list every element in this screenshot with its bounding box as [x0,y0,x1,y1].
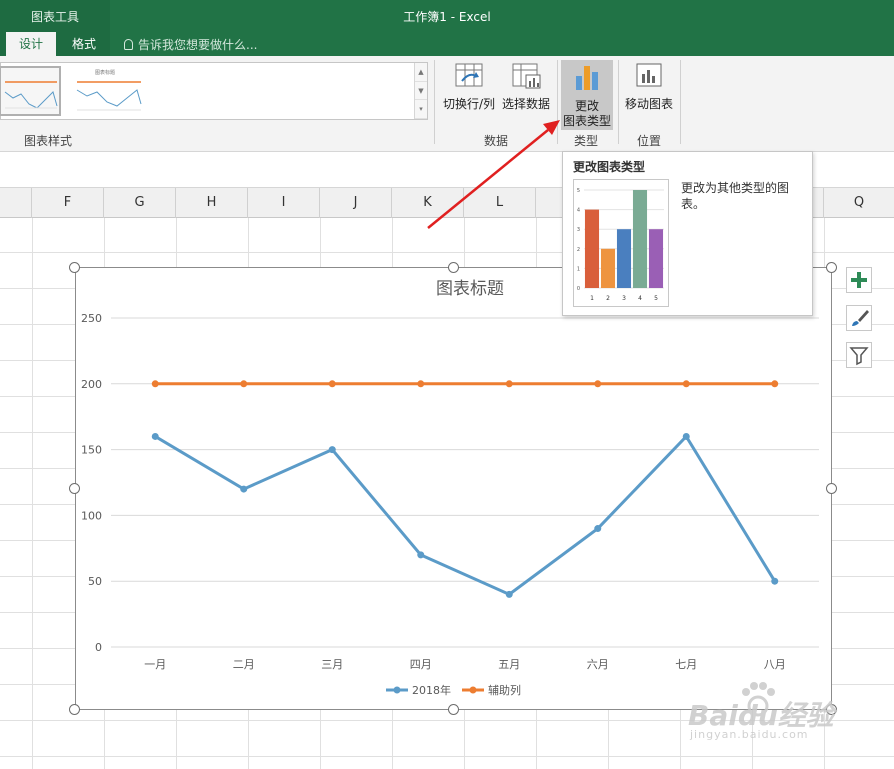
red-annotation-arrow [427,120,560,229]
watermark-subtext: jingyan.baidu.com [690,728,809,741]
watermark: Baidu经验 jingyan.baidu.com [688,672,888,755]
